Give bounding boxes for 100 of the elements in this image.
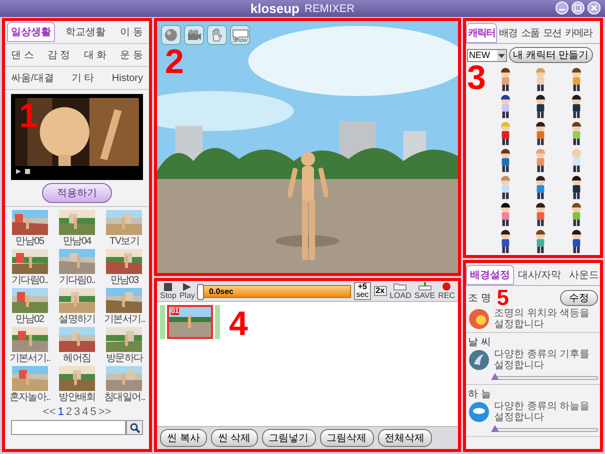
callout-number: 5 — [496, 288, 510, 308]
play-icon — [183, 282, 192, 290]
stop-button[interactable]: Stop — [160, 282, 176, 300]
speed-button[interactable]: +5 sec — [354, 282, 371, 300]
motion-label: 설명하기 — [58, 313, 96, 326]
page-link[interactable]: 5 — [90, 406, 96, 418]
close-icon[interactable] — [587, 1, 601, 15]
motion-label: 만남05 — [16, 235, 44, 248]
stop-icon — [164, 282, 172, 290]
camera-tool-button[interactable] — [184, 25, 204, 45]
hand-tool-button[interactable] — [207, 25, 227, 45]
slider-handle[interactable] — [491, 425, 499, 432]
settings-tab[interactable]: 대사/자막 — [514, 265, 565, 285]
search-button[interactable] — [126, 420, 143, 435]
object-tab[interactable]: 배경 — [497, 23, 519, 43]
app-edition: REMIXER — [304, 2, 355, 14]
motion-label: 방안배회 — [58, 391, 96, 404]
motion-label: 방문하다 — [106, 352, 143, 365]
time-readout: 0.0sec — [209, 286, 234, 296]
category-tab[interactable]: 운 동 — [116, 45, 147, 65]
object-tab[interactable]: 카메라 — [563, 23, 594, 43]
category-tab[interactable]: 기 타 — [67, 68, 98, 88]
motion-label: 만남02 — [16, 313, 44, 326]
category-tab[interactable]: 감 정 — [43, 45, 74, 65]
category-tab[interactable]: 싸움/대결 — [7, 68, 58, 88]
page-link[interactable]: 4 — [82, 406, 88, 418]
load-button[interactable]: LOAD — [390, 282, 412, 300]
rec-button[interactable]: REC — [438, 282, 455, 300]
page-link[interactable]: 1 — [58, 406, 64, 418]
setting-slider[interactable] — [494, 376, 598, 380]
motion-label: 기다림0.. — [12, 274, 48, 287]
scene-action-button[interactable]: 그림삭제 — [320, 429, 374, 447]
motion-label: 만남04 — [63, 235, 91, 248]
motion-label: 기다림0.. — [58, 274, 96, 287]
setting-description: 다양한 종류의 기후를 설정합니다 — [494, 349, 591, 371]
globe-tool-button[interactable] — [161, 25, 181, 45]
category-tab[interactable]: 댄 스 — [7, 45, 38, 65]
object-tab[interactable]: 모션 — [541, 23, 563, 43]
create-character-button[interactable]: 내 캐릭터 만들기 — [509, 47, 593, 63]
sky-icon — [468, 401, 490, 423]
hand-icon — [211, 28, 223, 42]
mannequin-drawing[interactable] — [288, 152, 328, 262]
callout-number: 2 — [165, 45, 184, 79]
apply-button[interactable]: 적용하기 — [42, 183, 112, 203]
filter-dropdown[interactable]: NEW — [467, 48, 507, 62]
setting-label: 날 씨 — [468, 336, 492, 349]
motion-label: 헤어짐 — [63, 352, 91, 365]
next-link[interactable]: >> — [98, 406, 112, 418]
search-icon — [130, 422, 140, 432]
scene-action-button[interactable]: 그림넣기 — [262, 429, 316, 447]
category-tab[interactable]: 이 동 — [116, 22, 147, 42]
motion-label: 침대일어.. — [104, 391, 145, 404]
motion-label: 만남03 — [110, 274, 138, 287]
globe-icon — [164, 28, 178, 42]
object-tab[interactable]: 소품 — [519, 23, 541, 43]
setting-label: 하 늘 — [468, 388, 492, 401]
scene-action-button[interactable]: 전체삭제 — [378, 429, 432, 447]
motion-label: 혼자놀아.. — [9, 391, 50, 404]
page-link[interactable]: 3 — [74, 406, 80, 418]
speech-bubble-icon — [232, 29, 248, 41]
maximize-icon[interactable] — [571, 1, 585, 15]
minimize-icon[interactable] — [555, 1, 569, 15]
object-tab[interactable]: 캐릭터 — [466, 23, 497, 43]
scene-action-button[interactable]: 씬 복사 — [160, 429, 207, 447]
category-tab[interactable]: 일상생활 — [7, 22, 55, 42]
category-tab[interactable]: 대 화 — [80, 45, 111, 65]
scene-edge-handle[interactable] — [215, 305, 220, 339]
caret-icon — [497, 50, 506, 60]
motion-label: 기본서기.. — [104, 313, 145, 326]
scene-action-button[interactable]: 씬 삭제 — [210, 429, 258, 447]
play-button[interactable]: Play — [179, 282, 196, 300]
setting-description: 다양한 종류의 하늘을 설정합니다 — [494, 401, 591, 423]
edit-button[interactable]: 수정 — [560, 290, 598, 306]
search-field[interactable] — [11, 420, 126, 435]
setting-slider[interactable] — [494, 428, 598, 432]
scene-edge-handle[interactable] — [160, 305, 165, 339]
callout-number: 1 — [19, 99, 38, 133]
play-icon[interactable] — [15, 168, 22, 175]
previous-link[interactable]: << — [42, 406, 56, 418]
setting-label: 조 명 — [468, 292, 491, 305]
page-link[interactable]: 2 — [66, 406, 72, 418]
weather-icon — [468, 349, 490, 371]
camera-icon — [186, 29, 202, 41]
time-track[interactable]: 0.0sec — [198, 284, 352, 298]
folder-icon — [393, 282, 408, 291]
record-icon — [442, 282, 452, 291]
save-button[interactable]: SAVE — [414, 282, 436, 300]
light-icon — [468, 308, 490, 330]
speed-button[interactable]: 2x — [374, 286, 387, 296]
callout-number: 3 — [467, 61, 486, 95]
category-tab[interactable]: 학교생활 — [62, 22, 110, 42]
save-icon — [418, 282, 432, 291]
slider-handle[interactable] — [491, 373, 499, 380]
app-name: kloseup — [250, 1, 300, 16]
callout-number: 4 — [229, 307, 248, 341]
time-slider-handle[interactable] — [197, 284, 204, 300]
settings-tab[interactable]: 배경설정 — [466, 265, 514, 285]
settings-tab[interactable]: 사운드 — [564, 265, 600, 285]
category-tab[interactable]: History — [108, 68, 147, 88]
stop-icon[interactable] — [24, 168, 31, 175]
